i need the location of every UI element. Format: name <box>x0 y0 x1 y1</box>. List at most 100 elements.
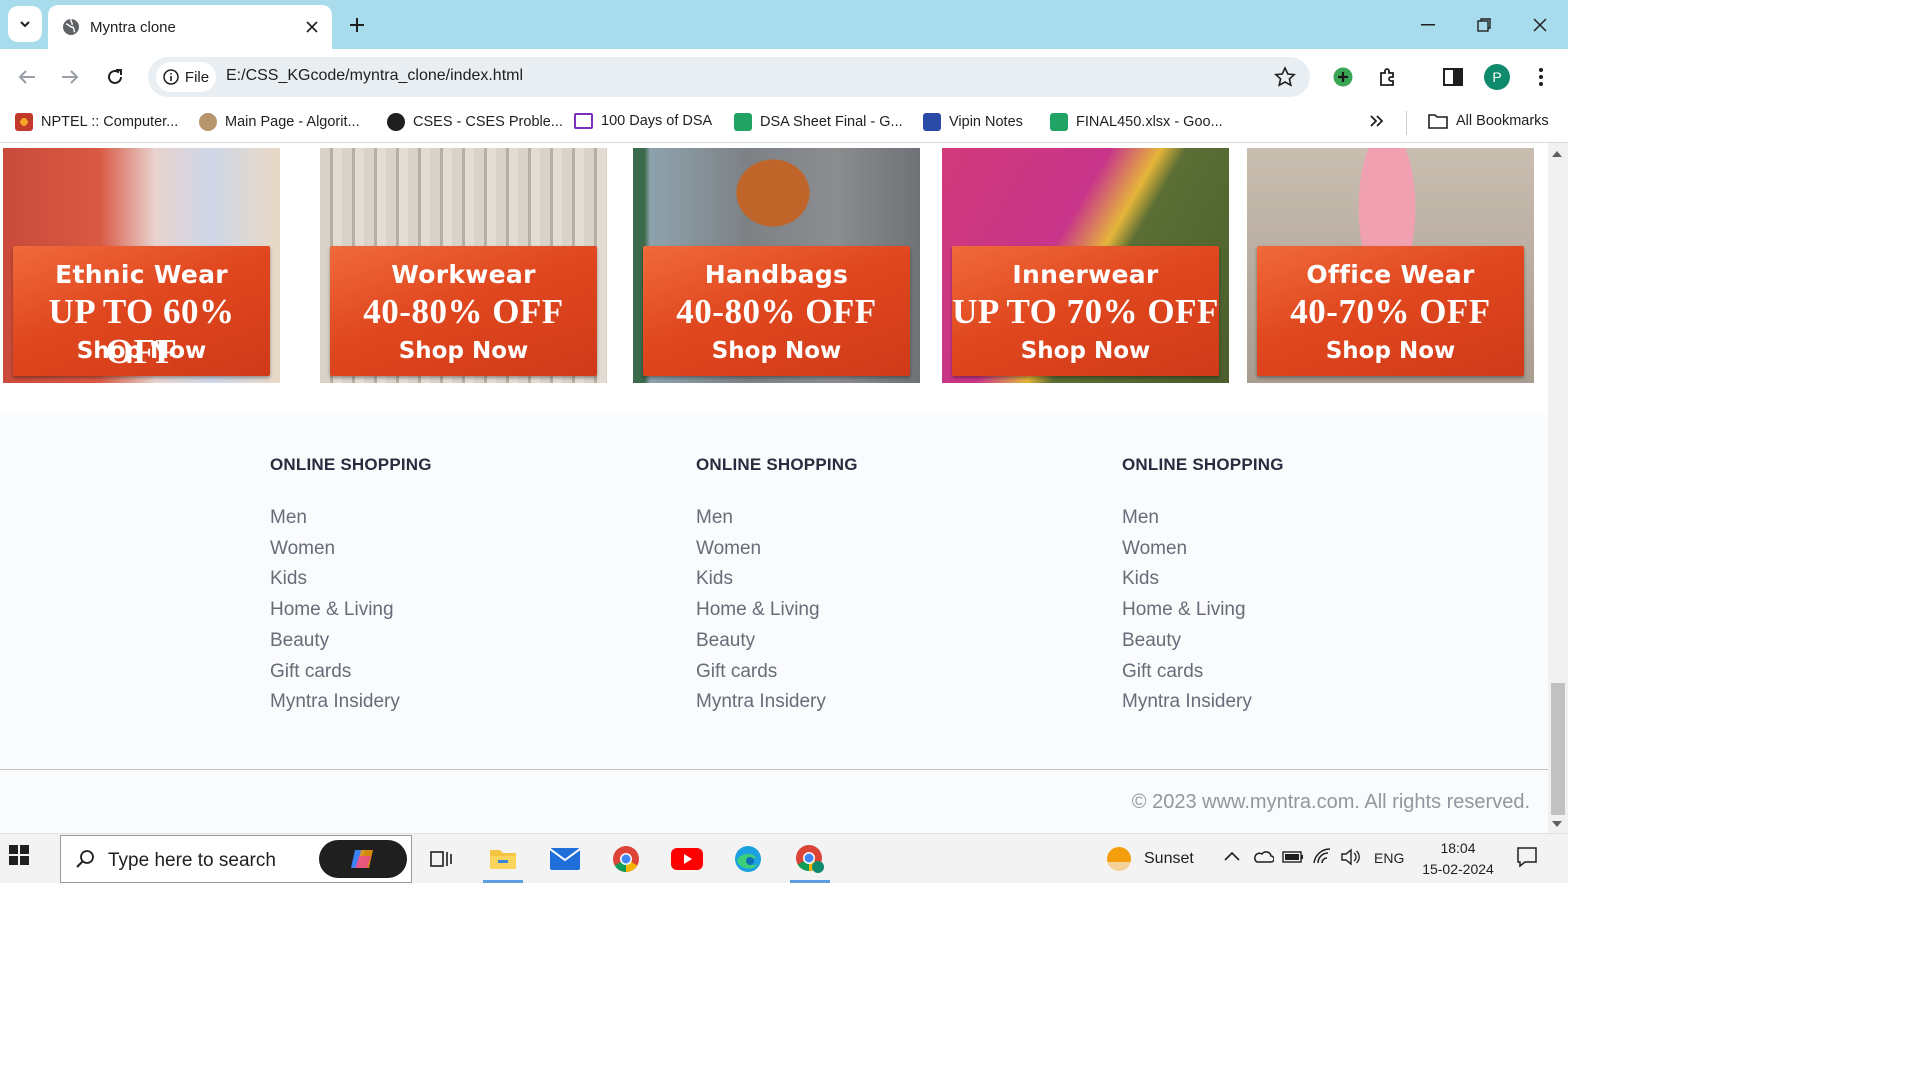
bookmark-nptel[interactable]: NPTEL :: Computer... <box>15 113 178 131</box>
page-scrollbar[interactable] <box>1548 143 1568 833</box>
bookmark-algorithmica[interactable]: Main Page - Algorit... <box>199 113 360 131</box>
footer-link-men[interactable]: Men <box>696 503 858 534</box>
presentation-icon <box>574 113 593 129</box>
wifi-icon[interactable] <box>1312 847 1332 869</box>
footer-link-kids[interactable]: Kids <box>270 564 432 595</box>
taskbar-clock[interactable]: 18:04 15-02-2024 <box>1412 838 1504 880</box>
extension-add-icon[interactable] <box>1327 61 1359 93</box>
bookmark-final450[interactable]: FINAL450.xlsx - Goo... <box>1050 113 1223 131</box>
forward-button[interactable] <box>54 61 86 93</box>
onedrive-icon[interactable] <box>1252 848 1275 868</box>
footer-link-beauty[interactable]: Beauty <box>1122 626 1284 657</box>
footer-column-online-shopping: ONLINE SHOPPING Men Women Kids Home & Li… <box>696 455 858 718</box>
footer-link-beauty[interactable]: Beauty <box>696 626 858 657</box>
edge-icon <box>735 846 761 872</box>
arrow-right-icon <box>62 70 79 84</box>
extensions-puzzle-icon[interactable] <box>1372 61 1404 93</box>
banner-office-wear[interactable]: Office Wear 40-70% OFF Shop Now <box>1247 148 1534 383</box>
show-hidden-icons-chevron-icon[interactable] <box>1224 848 1240 865</box>
footer-link-beauty[interactable]: Beauty <box>270 626 432 657</box>
task-view-button[interactable] <box>419 839 463 879</box>
clock-time: 18:04 <box>1440 840 1476 856</box>
profile-avatar[interactable]: P <box>1481 61 1513 93</box>
footer-link-women[interactable]: Women <box>1122 534 1284 565</box>
cses-icon <box>387 113 405 131</box>
banner-category: Office Wear <box>1306 260 1475 289</box>
address-bar[interactable]: File E:/CSS_KGcode/myntra_clone/index.ht… <box>148 57 1310 97</box>
tab-title: Myntra clone <box>90 18 176 36</box>
more-bookmarks-chevron-icon[interactable] <box>1370 115 1384 127</box>
bookmark-vipin-notes[interactable]: Vipin Notes <box>923 113 1023 131</box>
footer-link-women[interactable]: Women <box>270 534 432 565</box>
banner-workwear[interactable]: Workwear 40-80% OFF Shop Now <box>320 148 607 383</box>
back-button[interactable] <box>11 61 43 93</box>
bookmark-dsa-sheet[interactable]: DSA Sheet Final - G... <box>734 113 903 131</box>
mail-icon <box>550 848 580 870</box>
footer-link-women[interactable]: Women <box>696 534 858 565</box>
footer-link-kids[interactable]: Kids <box>1122 564 1284 595</box>
chrome-profile-app-button[interactable] <box>788 839 832 883</box>
footer-link-gift-cards[interactable]: Gift cards <box>696 657 858 688</box>
footer-link-myntra-insidery[interactable]: Myntra Insidery <box>1122 687 1284 718</box>
footer-link-gift-cards[interactable]: Gift cards <box>270 657 432 688</box>
banner-handbags[interactable]: Handbags 40-80% OFF Shop Now <box>633 148 920 383</box>
tab-search-button[interactable] <box>8 6 42 42</box>
file-explorer-button[interactable] <box>481 839 525 883</box>
footer-link-gift-cards[interactable]: Gift cards <box>1122 657 1284 688</box>
bookmark-100-days-dsa[interactable]: 100 Days of DSA <box>574 113 712 129</box>
all-bookmarks-button[interactable]: All Bookmarks <box>1428 113 1549 129</box>
minimize-button[interactable] <box>1400 0 1456 49</box>
url-text[interactable]: E:/CSS_KGcode/myntra_clone/index.html <box>226 67 523 85</box>
footer-link-myntra-insidery[interactable]: Myntra Insidery <box>696 687 858 718</box>
edge-app-button[interactable] <box>726 839 770 879</box>
site-footer: ONLINE SHOPPING Men Women Kids Home & Li… <box>0 415 1548 833</box>
footer-link-home-living[interactable]: Home & Living <box>270 595 432 626</box>
start-button[interactable] <box>8 844 30 871</box>
banner-innerwear[interactable]: Innerwear UP TO 70% OFF Shop Now <box>942 148 1229 383</box>
shop-now-link[interactable]: Shop Now <box>330 338 597 364</box>
close-window-button[interactable] <box>1512 0 1568 49</box>
shop-now-link[interactable]: Shop Now <box>952 338 1219 364</box>
scrollbar-thumb[interactable] <box>1551 683 1565 815</box>
volume-icon[interactable] <box>1340 848 1360 870</box>
scroll-down-arrow-icon[interactable] <box>1552 821 1562 827</box>
banner-plaque: Ethnic Wear UP TO 60% OFF Shop Now <box>13 246 270 376</box>
close-icon <box>1533 17 1547 32</box>
taskbar-search-box[interactable]: Type here to search <box>60 835 412 883</box>
new-tab-button[interactable] <box>342 12 372 38</box>
footer-link-kids[interactable]: Kids <box>696 564 858 595</box>
side-panel-icon[interactable] <box>1437 61 1469 93</box>
footer-link-men[interactable]: Men <box>1122 503 1284 534</box>
banner-ethnic-wear[interactable]: Ethnic Wear UP TO 60% OFF Shop Now <box>3 148 280 383</box>
battery-icon[interactable] <box>1282 850 1304 867</box>
bookmark-cses[interactable]: CSES - CSES Proble... <box>387 113 563 131</box>
shop-now-link[interactable]: Shop Now <box>1257 338 1524 364</box>
mail-app-button[interactable] <box>543 839 587 879</box>
weather-widget[interactable] <box>1104 844 1134 878</box>
copilot-button[interactable] <box>319 840 407 878</box>
browser-tab[interactable]: Myntra clone <box>48 5 332 49</box>
chrome-app-button[interactable] <box>604 839 648 879</box>
youtube-app-button[interactable] <box>665 839 709 879</box>
site-info-chip[interactable]: File <box>156 62 216 92</box>
bookmark-label: CSES - CSES Proble... <box>413 114 563 130</box>
restore-button[interactable] <box>1456 0 1512 49</box>
shop-now-link[interactable]: Shop Now <box>13 338 270 364</box>
banner-category: Ethnic Wear <box>55 260 228 289</box>
footer-heading: ONLINE SHOPPING <box>270 455 432 474</box>
scroll-up-arrow-icon[interactable] <box>1552 151 1562 157</box>
restore-icon <box>1477 17 1491 32</box>
footer-link-home-living[interactable]: Home & Living <box>696 595 858 626</box>
notifications-icon[interactable] <box>1516 846 1538 872</box>
banner-offer: 40-70% OFF <box>1290 292 1491 331</box>
clock-date: 15-02-2024 <box>1422 861 1494 877</box>
language-indicator[interactable]: ENG <box>1374 850 1404 866</box>
close-tab-icon[interactable] <box>302 17 322 37</box>
menu-kebab-icon[interactable] <box>1525 61 1557 93</box>
reload-button[interactable] <box>99 61 131 93</box>
footer-link-myntra-insidery[interactable]: Myntra Insidery <box>270 687 432 718</box>
footer-link-men[interactable]: Men <box>270 503 432 534</box>
shop-now-link[interactable]: Shop Now <box>643 338 910 364</box>
bookmark-star-icon[interactable] <box>1274 66 1296 88</box>
footer-link-home-living[interactable]: Home & Living <box>1122 595 1284 626</box>
